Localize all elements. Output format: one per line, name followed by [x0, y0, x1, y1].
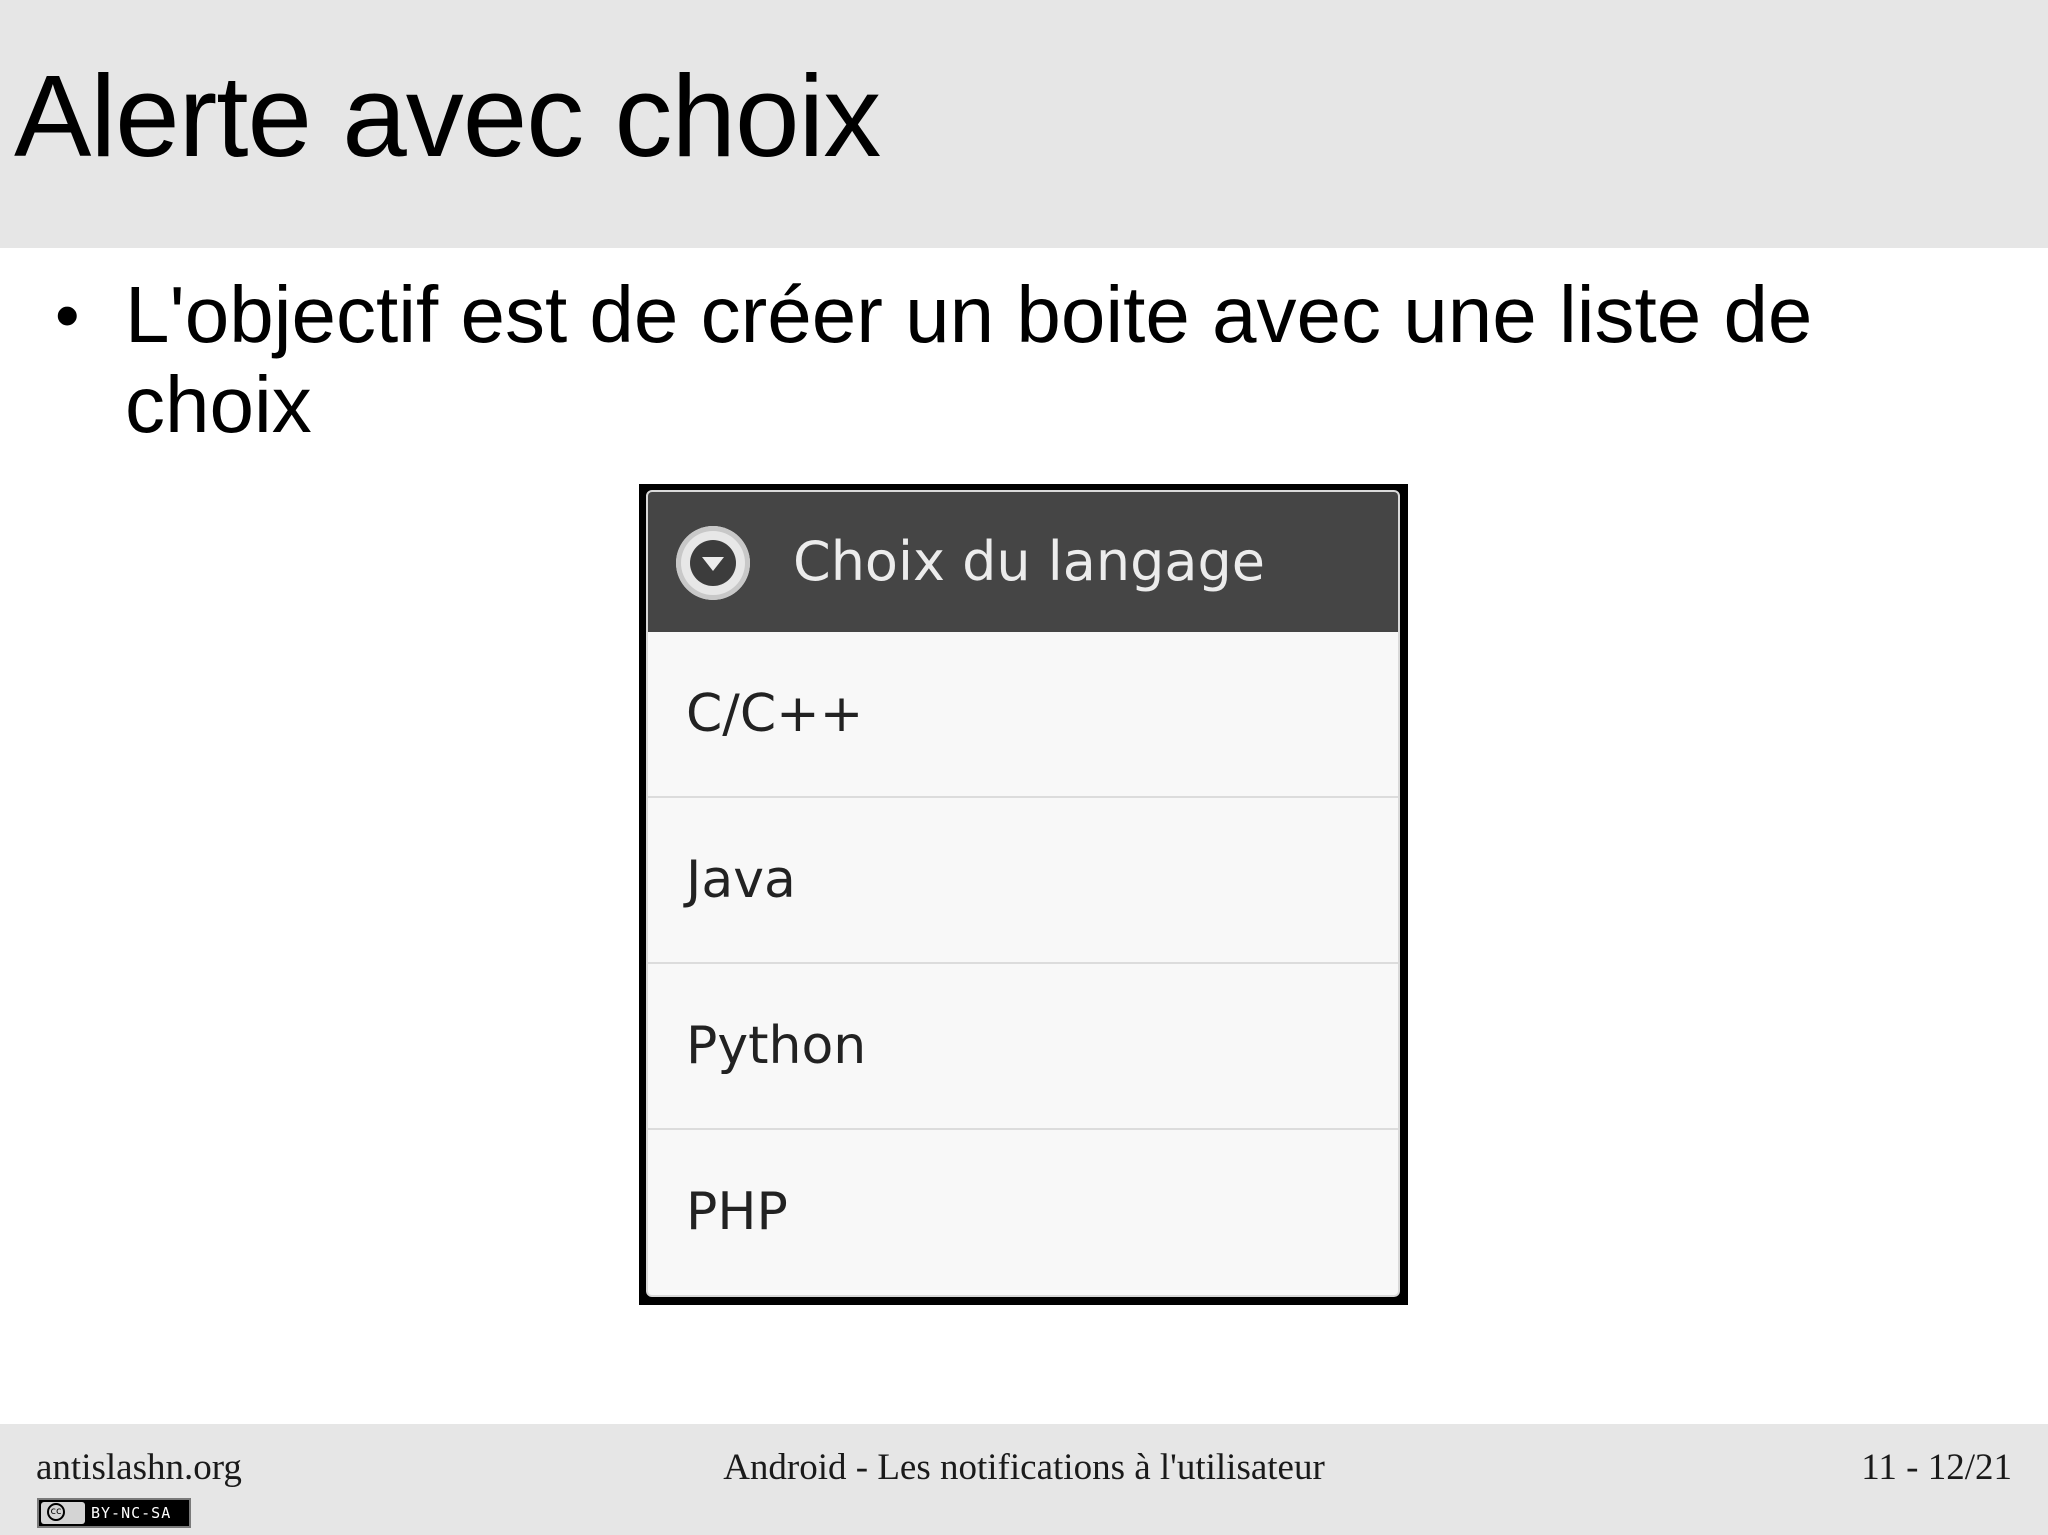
option-label: Java	[686, 850, 796, 910]
cc-icon: cc	[41, 1502, 85, 1524]
dialog-title: Choix du langage	[793, 530, 1265, 593]
option-item-php[interactable]: PHP	[648, 1130, 1398, 1295]
bullet-item: • L'objectif est de créer un boite avec …	[55, 270, 1995, 450]
bullet-dot: •	[55, 276, 80, 354]
option-item-cpp[interactable]: C/C++	[648, 632, 1398, 798]
slide-title: Alerte avec choix	[14, 51, 881, 181]
option-item-python[interactable]: Python	[648, 964, 1398, 1130]
option-list: C/C++ Java Python PHP	[648, 632, 1398, 1295]
footer-page-number: 11 - 12/21	[1861, 1447, 2012, 1488]
option-label: C/C++	[686, 684, 864, 744]
option-label: PHP	[686, 1182, 788, 1242]
license-badge: cc BY-NC-SA	[37, 1498, 191, 1528]
option-item-java[interactable]: Java	[648, 798, 1398, 964]
dropdown-circle-icon	[676, 526, 750, 600]
footer-course-title: Android - Les notifications à l'utilisat…	[723, 1447, 1325, 1488]
option-label: Python	[686, 1016, 867, 1076]
dialog-screenshot: Choix du langage C/C++ Java Python PHP	[639, 484, 1408, 1305]
dialog-header: Choix du langage	[648, 492, 1398, 632]
license-text: BY-NC-SA	[91, 1504, 172, 1522]
choice-dialog: Choix du langage C/C++ Java Python PHP	[646, 490, 1400, 1297]
bullet-text: L'objectif est de créer un boite avec un…	[125, 270, 1813, 449]
